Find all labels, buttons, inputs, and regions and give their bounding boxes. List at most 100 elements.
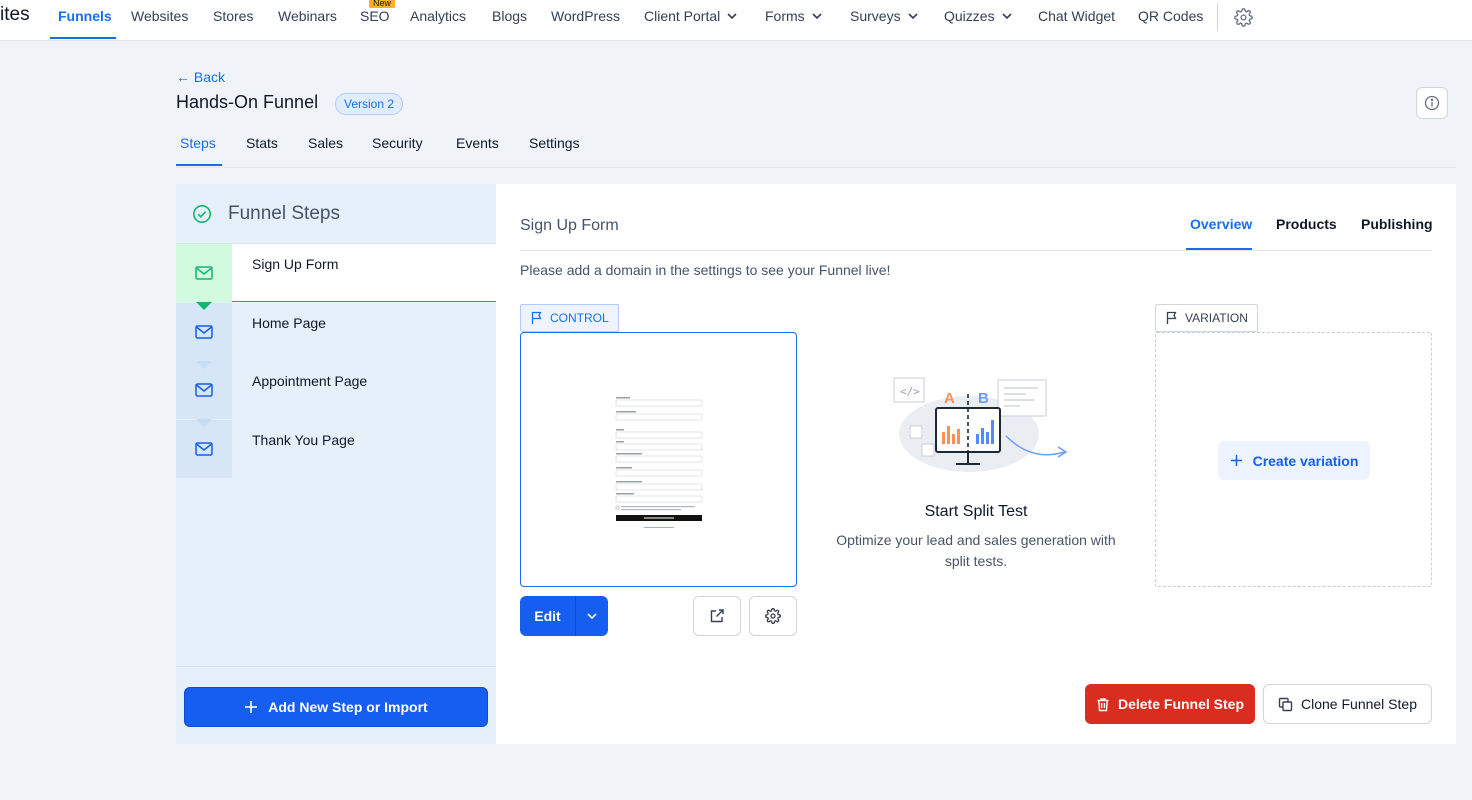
nav-item-label: WordPress [551, 8, 620, 24]
create-variation-button[interactable]: Create variation [1218, 441, 1370, 480]
edit-label: Edit [534, 608, 561, 624]
tab-publishing[interactable]: Publishing [1361, 216, 1433, 232]
version-badge: Version 2 [335, 93, 404, 115]
copy-icon [1278, 697, 1293, 711]
nav-item-label: Quizzes [944, 8, 995, 24]
active-tab-indicator [176, 164, 222, 166]
nav-item-chat-widget[interactable]: Chat Widget [1038, 8, 1115, 24]
tab-settings[interactable]: Settings [529, 135, 580, 151]
top-navigation: ites Funnels Websites Stores Webinars SE… [0, 0, 1472, 41]
info-button[interactable] [1416, 87, 1448, 119]
open-preview-button[interactable] [693, 596, 741, 636]
chevron-down-icon [908, 13, 918, 20]
gear-icon[interactable] [1234, 8, 1253, 27]
step-connector-arrow [196, 361, 212, 369]
nav-item-seo[interactable]: SEO [360, 8, 390, 24]
variation-placeholder: Create variation [1155, 332, 1432, 587]
nav-item-client-portal[interactable]: Client Portal [644, 8, 738, 24]
nav-item-stores[interactable]: Stores [213, 8, 253, 24]
step-label: Appointment Page [252, 373, 368, 389]
chevron-down-icon [587, 613, 597, 620]
edit-button-group: Edit [520, 596, 608, 636]
nav-item-quizzes[interactable]: Quizzes [944, 8, 1013, 24]
tab-stats[interactable]: Stats [246, 135, 278, 151]
variation-tag: VARIATION [1155, 304, 1258, 332]
flag-icon [531, 311, 542, 324]
step-item-thank-you-page[interactable]: Thank You Page [176, 420, 496, 478]
trash-icon [1097, 697, 1109, 711]
nav-item-surveys[interactable]: Surveys [850, 8, 919, 24]
nav-item-label: Forms [765, 8, 805, 24]
control-page-preview[interactable] [520, 332, 797, 587]
step-icon-column [176, 361, 232, 419]
active-tab-indicator [1186, 248, 1252, 250]
step-label: Thank You Page [252, 432, 355, 448]
tab-sales[interactable]: Sales [308, 135, 343, 151]
split-test-description: Optimize your lead and sales generation … [836, 532, 1116, 569]
step-detail-title: Sign Up Form [520, 217, 619, 234]
active-nav-indicator [50, 37, 116, 39]
funnel-steps-panel: Funnel Steps Sign Up Form Home Page Appo… [176, 184, 496, 744]
nav-item-wordpress[interactable]: WordPress [551, 8, 620, 24]
step-item-appointment-page[interactable]: Appointment Page [176, 361, 496, 427]
new-badge: New [369, 0, 396, 8]
nav-item-label: Surveys [850, 8, 901, 24]
nav-item-forms[interactable]: Forms [765, 8, 823, 24]
step-label: Sign Up Form [252, 256, 339, 272]
tab-overview[interactable]: Overview [1190, 216, 1252, 232]
page-thumbnail [614, 395, 704, 533]
step-connector-arrow [196, 419, 212, 427]
step-icon-column [176, 244, 232, 302]
delete-label: Delete Funnel Step [1117, 696, 1245, 712]
nav-item-label: Client Portal [644, 8, 721, 24]
funnel-steps-footer: Add New Step or Import [176, 666, 496, 744]
nav-item-websites[interactable]: Websites [131, 8, 188, 24]
mail-icon [195, 442, 213, 456]
step-item-home-page[interactable]: Home Page [176, 303, 496, 369]
control-label: CONTROL [550, 311, 609, 325]
tab-products[interactable]: Products [1276, 216, 1337, 232]
external-link-icon [710, 609, 724, 623]
nav-item-analytics[interactable]: Analytics [410, 8, 466, 24]
nav-item-funnels[interactable]: Funnels [58, 8, 112, 24]
edit-button[interactable]: Edit [520, 596, 576, 636]
tab-steps[interactable]: Steps [180, 135, 216, 151]
step-settings-button[interactable] [749, 596, 797, 636]
nav-item-blogs[interactable]: Blogs [492, 8, 527, 24]
funnel-steps-title: Funnel Steps [228, 203, 340, 224]
step-icon-column [176, 303, 232, 361]
delete-funnel-step-button[interactable]: Delete Funnel Step [1085, 684, 1255, 724]
nav-item-label: Webinars [278, 8, 337, 24]
edit-dropdown-toggle[interactable] [576, 596, 608, 636]
letter-a: A [944, 390, 955, 407]
nav-item-qr-codes[interactable]: QR Codes [1138, 8, 1203, 24]
funnel-tabs: Steps Stats Sales Security Events Settin… [176, 134, 1456, 168]
info-icon [1424, 95, 1440, 111]
clone-funnel-step-button[interactable]: Clone Funnel Step [1263, 684, 1432, 724]
back-link[interactable]: ← Back [176, 69, 225, 85]
nav-item-label: Stores [213, 8, 254, 24]
nav-cut-label[interactable]: ites [0, 4, 30, 26]
step-icon-column [176, 420, 232, 478]
gear-icon [765, 608, 781, 624]
page-title: Hands-On Funnel [176, 92, 319, 112]
nav-item-label: Blogs [492, 8, 528, 24]
add-new-step-button[interactable]: Add New Step or Import [184, 687, 488, 727]
nav-divider [1217, 3, 1218, 31]
mail-icon [195, 266, 213, 280]
split-test-illustration: </> A B [893, 377, 1068, 472]
chevron-down-icon [727, 13, 737, 20]
nav-item-webinars[interactable]: Webinars [278, 8, 337, 24]
svg-text:</>: </> [900, 385, 920, 398]
tab-events[interactable]: Events [456, 135, 499, 151]
nav-item-label: Websites [131, 8, 189, 24]
step-item-sign-up-form[interactable]: Sign Up Form [176, 244, 496, 310]
control-tag: CONTROL [520, 304, 619, 332]
variation-label: VARIATION [1185, 311, 1248, 325]
nav-item-label: QR Codes [1138, 8, 1204, 24]
letter-b: B [978, 390, 989, 407]
mail-icon [195, 325, 213, 339]
tab-security[interactable]: Security [372, 135, 423, 151]
add-step-label: Add New Step or Import [268, 699, 428, 715]
create-variation-label: Create variation [1252, 452, 1359, 469]
